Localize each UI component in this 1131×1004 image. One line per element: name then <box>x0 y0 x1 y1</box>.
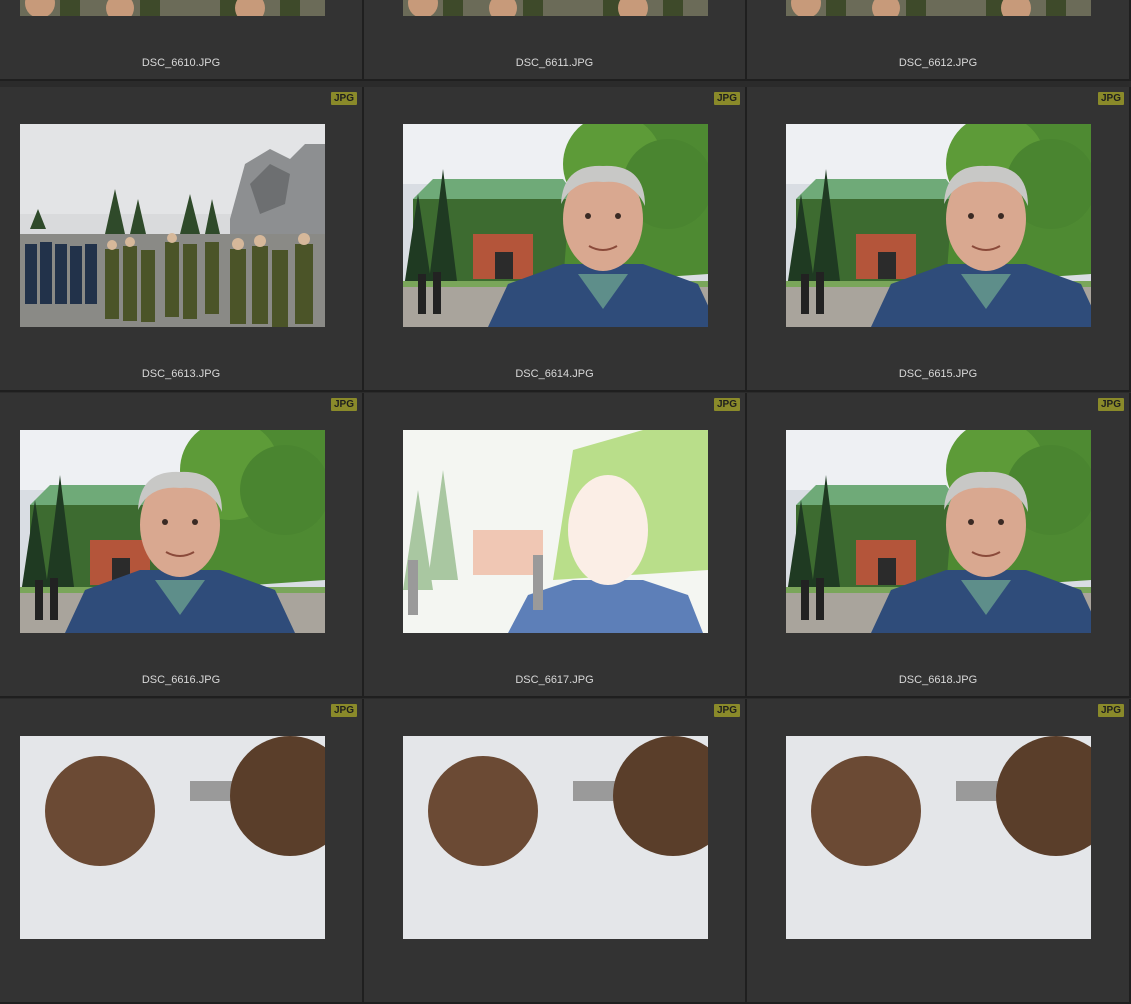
filename-label: DSC_6617.JPG <box>515 674 594 686</box>
thumbnail-cell[interactable]: JPG DSC_6618.JPG <box>747 393 1131 698</box>
photo-thumbnail[interactable] <box>403 430 708 633</box>
file-type-badge: JPG <box>330 704 357 717</box>
filename-label: DSC_6612.JPG <box>898 57 978 69</box>
file-type-badge: JPG <box>713 704 740 717</box>
photo-thumbnail[interactable] <box>20 124 325 327</box>
photo-thumbnail[interactable] <box>403 0 708 16</box>
thumbnail-cell[interactable]: JPG <box>0 699 364 1004</box>
filename-label: DSC_6614.JPG <box>515 368 594 380</box>
photo-thumbnail[interactable] <box>20 736 325 939</box>
thumbnail-cell[interactable]: JPG DSC_6616.JPG <box>0 393 364 698</box>
photo-thumbnail[interactable] <box>786 0 1091 16</box>
thumbnail-cell[interactable]: JPG DSC_6617.JPG <box>364 393 747 698</box>
thumbnail-cell[interactable]: DSC_6612.JPG <box>747 0 1131 81</box>
filename-label: DSC_6615.JPG <box>898 368 978 380</box>
photo-thumbnail[interactable] <box>403 736 708 939</box>
photo-thumbnail[interactable] <box>786 124 1091 327</box>
file-type-badge: JPG <box>1097 398 1124 411</box>
filename-label: DSC_6618.JPG <box>898 674 978 686</box>
thumbnail-grid: DSC_6610.JPG DSC_6611.JPG DSC_6612.JPG JP… <box>0 0 1131 1004</box>
filename-label: DSC_6613.JPG <box>141 368 221 380</box>
photo-thumbnail[interactable] <box>786 736 1091 939</box>
file-type-badge: JPG <box>330 92 357 105</box>
file-type-badge: JPG <box>330 398 357 411</box>
thumbnail-cell[interactable]: JPG DSC_6615.JPG <box>747 87 1131 392</box>
thumbnail-cell[interactable]: JPG DSC_6614.JPG <box>364 87 747 392</box>
file-type-badge: JPG <box>1097 704 1124 717</box>
photo-thumbnail[interactable] <box>786 430 1091 633</box>
photo-thumbnail[interactable] <box>403 124 708 327</box>
thumbnail-cell[interactable]: JPG <box>364 699 747 1004</box>
photo-thumbnail[interactable] <box>20 0 325 16</box>
file-type-badge: JPG <box>1097 92 1124 105</box>
thumbnail-cell[interactable]: DSC_6610.JPG <box>0 0 364 81</box>
file-type-badge: JPG <box>713 398 740 411</box>
thumbnail-cell[interactable]: JPG <box>747 699 1131 1004</box>
thumbnail-cell[interactable]: JPG DSC_6613.JPG <box>0 87 364 392</box>
photo-thumbnail[interactable] <box>20 430 325 633</box>
file-type-badge: JPG <box>713 92 740 105</box>
filename-label: DSC_6616.JPG <box>141 674 221 686</box>
filename-label: DSC_6610.JPG <box>141 57 221 69</box>
thumbnail-cell[interactable]: DSC_6611.JPG <box>364 0 747 81</box>
filename-label: DSC_6611.JPG <box>515 57 594 69</box>
